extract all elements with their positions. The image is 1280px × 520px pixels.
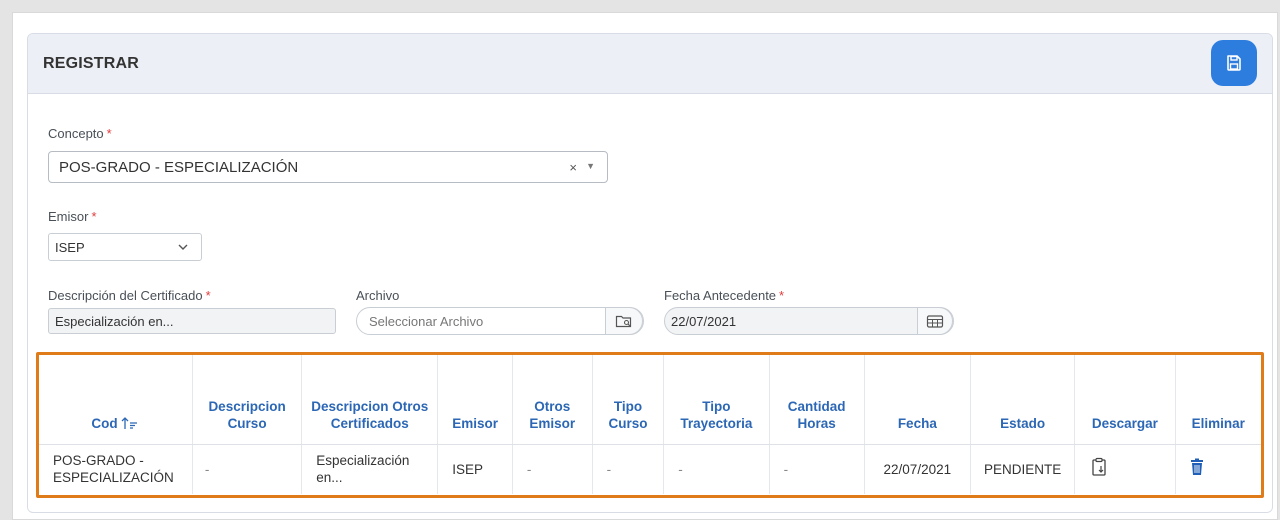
- descripcion-value: Especialización en...: [55, 313, 174, 329]
- fecha-label: Fecha Antecedente *: [664, 288, 784, 303]
- trash-icon[interactable]: [1190, 458, 1204, 476]
- column-header-emisor[interactable]: Emisor: [437, 355, 513, 445]
- chevron-down-icon: [178, 244, 188, 250]
- required-mark: *: [106, 126, 112, 141]
- cell-cod: POS-GRADO - ESPECIALIZACIÓN: [39, 444, 193, 494]
- folder-search-icon: [615, 315, 632, 328]
- cell-descripcion-otros: Especialización en...: [301, 444, 439, 494]
- column-header-fecha[interactable]: Fecha: [864, 355, 972, 445]
- calendar-icon: [926, 314, 944, 328]
- concepto-value: POS-GRADO - ESPECIALIZACIÓN: [59, 158, 299, 176]
- archivo-input[interactable]: Seleccionar Archivo: [356, 307, 644, 335]
- column-header-descripcion-otros[interactable]: Descripcion Otros Certificados: [301, 355, 439, 445]
- concepto-label-text: Concepto: [48, 126, 104, 141]
- column-header-descargar: Descargar: [1074, 355, 1176, 445]
- concepto-label: Concepto *: [48, 126, 112, 141]
- clear-icon[interactable]: ×: [569, 160, 577, 175]
- fecha-label-text: Fecha Antecedente: [664, 288, 777, 303]
- cell-tipo-trayectoria: -: [663, 444, 770, 494]
- required-mark: *: [205, 288, 211, 303]
- certificates-table: Cod Descripcion Curso Descripcion Otros …: [36, 352, 1264, 498]
- column-header-tipo-trayectoria[interactable]: Tipo Trayectoria: [663, 355, 770, 445]
- save-icon: [1227, 55, 1241, 71]
- cell-descripcion-curso: -: [192, 444, 303, 494]
- download-clipboard-icon[interactable]: [1091, 457, 1107, 477]
- cell-fecha: 22/07/2021: [864, 444, 972, 494]
- fecha-value: 22/07/2021: [671, 313, 737, 329]
- column-header-estado[interactable]: Estado: [970, 355, 1076, 445]
- sort-ascending-icon[interactable]: [121, 416, 139, 430]
- descripcion-input[interactable]: Especialización en...: [48, 308, 336, 334]
- cod-header-label: Cod: [91, 415, 118, 431]
- cell-descargar: [1074, 444, 1176, 494]
- cell-otros-emisor: -: [512, 444, 593, 494]
- emisor-label: Emisor *: [48, 209, 97, 224]
- table-header-row: Cod Descripcion Curso Descripcion Otros …: [39, 355, 1261, 445]
- browse-file-button[interactable]: [605, 307, 643, 335]
- column-header-cod[interactable]: Cod: [39, 355, 193, 445]
- column-header-cantidad-horas[interactable]: Cantidad Horas: [769, 355, 865, 445]
- concepto-select[interactable]: POS-GRADO - ESPECIALIZACIÓN × ▼: [48, 151, 608, 183]
- required-mark: *: [91, 209, 97, 224]
- emisor-select[interactable]: ISEP: [48, 233, 202, 261]
- cell-estado: PENDIENTE: [970, 444, 1076, 494]
- table-row: POS-GRADO - ESPECIALIZACIÓN - Especializ…: [39, 444, 1261, 494]
- column-header-eliminar: Eliminar: [1175, 355, 1261, 445]
- emisor-value: ISEP: [55, 239, 85, 255]
- cell-cantidad-horas: -: [769, 444, 865, 494]
- register-panel: REGISTRAR Concepto * POS-GRADO - ESPECIAL…: [27, 33, 1273, 513]
- descripcion-label: Descripción del Certificado *: [48, 288, 211, 303]
- archivo-label: Archivo: [356, 288, 399, 303]
- caret-down-icon[interactable]: ▼: [586, 161, 595, 171]
- cell-eliminar: [1175, 444, 1261, 494]
- archivo-label-text: Archivo: [356, 288, 400, 303]
- calendar-button[interactable]: [917, 307, 953, 335]
- panel-title: REGISTRAR: [43, 54, 140, 72]
- column-header-descripcion-curso[interactable]: Descripcion Curso: [192, 355, 303, 445]
- column-header-otros-emisor[interactable]: Otros Emisor: [512, 355, 593, 445]
- cell-emisor: ISEP: [437, 444, 513, 494]
- descripcion-label-text: Descripción del Certificado: [48, 288, 203, 303]
- required-mark: *: [779, 288, 785, 303]
- save-button[interactable]: [1211, 40, 1257, 86]
- fecha-input[interactable]: 22/07/2021: [664, 307, 954, 335]
- cell-tipo-curso: -: [592, 444, 665, 494]
- emisor-label-text: Emisor: [48, 209, 89, 224]
- panel-header: REGISTRAR: [28, 34, 1272, 94]
- column-header-tipo-curso[interactable]: Tipo Curso: [592, 355, 665, 445]
- archivo-placeholder: Seleccionar Archivo: [369, 313, 484, 329]
